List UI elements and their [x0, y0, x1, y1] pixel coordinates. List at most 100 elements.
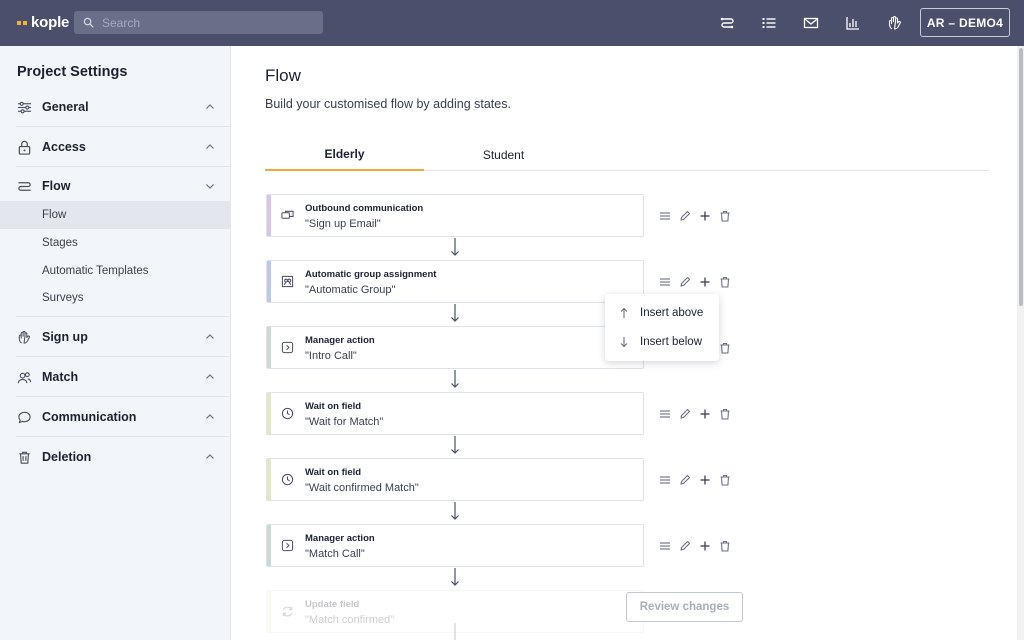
- sidebar-item-stages[interactable]: Stages: [0, 229, 230, 257]
- delete-icon[interactable]: [718, 340, 731, 356]
- sidebar-item-surveys[interactable]: Surveys: [0, 284, 230, 312]
- sidebar-section-label: Communication: [42, 410, 137, 424]
- add-icon[interactable]: [698, 208, 711, 224]
- sidebar: Project Settings General Access Flow Flo…: [0, 46, 231, 640]
- review-changes-button[interactable]: Review changes: [626, 592, 743, 622]
- chevron-down-icon: [206, 184, 214, 189]
- sidebar-section-label: Flow: [42, 179, 71, 193]
- sidebar-section-sign-up[interactable]: Sign up: [0, 317, 231, 357]
- arrow-down-icon: [451, 238, 459, 256]
- delete-icon[interactable]: [718, 472, 731, 488]
- sidebar-section-match[interactable]: Match: [0, 357, 231, 397]
- sidebar-item-flow[interactable]: Flow: [0, 201, 230, 229]
- sidebar-section-flow[interactable]: Flow: [0, 166, 231, 206]
- update-icon: [281, 605, 295, 619]
- flow-state-card[interactable]: Automatic group assignment "Automatic Gr…: [266, 260, 644, 303]
- state-name: "Automatic Group": [305, 284, 396, 296]
- chevron-up-icon: [206, 144, 214, 149]
- state-type: Outbound communication: [305, 203, 424, 214]
- edit-icon[interactable]: [678, 406, 691, 422]
- insert-above-option[interactable]: Insert above: [605, 299, 719, 327]
- state-color-bar: [267, 327, 271, 368]
- tab-student[interactable]: Student: [424, 138, 583, 171]
- sidebar-section-label: Deletion: [42, 450, 92, 464]
- add-icon[interactable]: [698, 406, 711, 422]
- add-icon[interactable]: [698, 538, 711, 554]
- sidebar-item-automatic-templates[interactable]: Automatic Templates: [0, 257, 230, 285]
- arrow-down-icon: [451, 436, 459, 454]
- flow-state-card[interactable]: Wait on field "Wait confirmed Match": [266, 458, 644, 501]
- sidebar-section-label: Match: [42, 370, 79, 384]
- user-account-button[interactable]: AR – DEMO4: [920, 8, 1010, 37]
- drag-handle-icon[interactable]: [658, 274, 671, 290]
- edit-icon[interactable]: [678, 472, 691, 488]
- chart-icon[interactable]: [844, 14, 862, 32]
- sidebar-section-label: General: [42, 100, 89, 114]
- arrow-down-icon: [451, 568, 459, 586]
- chevron-up-icon: [206, 454, 214, 459]
- sidebar-section-communication[interactable]: Communication: [0, 397, 231, 437]
- insert-menu: Insert above Insert below: [605, 294, 719, 361]
- state-name: "Intro Call": [305, 350, 357, 362]
- insert-below-option[interactable]: Insert below: [605, 328, 719, 356]
- chevron-up-icon: [206, 334, 214, 339]
- flow-state-card[interactable]: Manager action "Intro Call": [266, 326, 644, 369]
- page-title: Flow: [265, 66, 301, 85]
- state-actions: [658, 406, 738, 422]
- sidebar-section-access[interactable]: Access: [0, 127, 231, 167]
- hand-icon[interactable]: [886, 14, 904, 32]
- state-type: Update field: [305, 599, 360, 610]
- delete-icon[interactable]: [718, 538, 731, 554]
- edit-icon[interactable]: [678, 208, 691, 224]
- drag-handle-icon[interactable]: [658, 472, 671, 488]
- delete-icon[interactable]: [718, 208, 731, 224]
- state-name: "Match Call": [305, 548, 365, 560]
- clock-icon: [281, 473, 295, 487]
- state-type: Wait on field: [305, 467, 362, 478]
- drag-handle-icon[interactable]: [658, 538, 671, 554]
- sliders-icon: [16, 99, 32, 115]
- sidebar-section-general[interactable]: General: [0, 87, 231, 127]
- drag-handle-icon[interactable]: [658, 406, 671, 422]
- flow-state-card[interactable]: Manager action "Match Call": [266, 524, 644, 567]
- state-color-bar: [267, 591, 271, 632]
- arrow-down-icon: [451, 502, 459, 520]
- search-box[interactable]: [74, 11, 323, 34]
- state-actions: [658, 472, 738, 488]
- state-color-bar: [267, 261, 271, 302]
- add-icon[interactable]: [698, 274, 711, 290]
- chat-icon: [16, 409, 32, 425]
- search-input[interactable]: [102, 15, 312, 30]
- flow-icon[interactable]: [718, 14, 736, 32]
- state-type: Automatic group assignment: [305, 269, 437, 280]
- sidebar-section-deletion[interactable]: Deletion: [0, 437, 231, 477]
- state-color-bar: [267, 459, 271, 500]
- sidebar-title: Project Settings: [17, 64, 128, 80]
- sidebar-section-label: Sign up: [42, 330, 88, 344]
- delete-icon[interactable]: [718, 274, 731, 290]
- list-icon[interactable]: [760, 14, 778, 32]
- state-color-bar: [267, 195, 271, 236]
- insert-above-label: Insert above: [640, 307, 704, 319]
- users-icon: [16, 369, 32, 385]
- tab-elderly[interactable]: Elderly: [265, 138, 424, 171]
- flow-icon: [16, 178, 32, 194]
- mail-icon[interactable]: [802, 14, 820, 32]
- manager-action-icon: [281, 341, 295, 355]
- delete-icon[interactable]: [718, 406, 731, 422]
- state-color-bar: [267, 393, 271, 434]
- scrollbar-thumb[interactable]: [1019, 48, 1023, 306]
- drag-handle-icon[interactable]: [658, 208, 671, 224]
- flow-state-card[interactable]: Outbound communication "Sign up Email": [266, 194, 644, 237]
- top-bar: kople AR – DEMO4: [0, 0, 1024, 46]
- flow-state-card[interactable]: Wait on field "Wait for Match": [266, 392, 644, 435]
- lock-icon: [16, 139, 32, 155]
- logo[interactable]: kople: [17, 14, 69, 31]
- edit-icon[interactable]: [678, 538, 691, 554]
- state-name: "Sign up Email": [305, 218, 381, 230]
- arrow-up-icon: [620, 307, 628, 318]
- arrow-down-icon: [620, 337, 628, 348]
- add-icon[interactable]: [698, 472, 711, 488]
- state-actions: [658, 538, 738, 554]
- edit-icon[interactable]: [678, 274, 691, 290]
